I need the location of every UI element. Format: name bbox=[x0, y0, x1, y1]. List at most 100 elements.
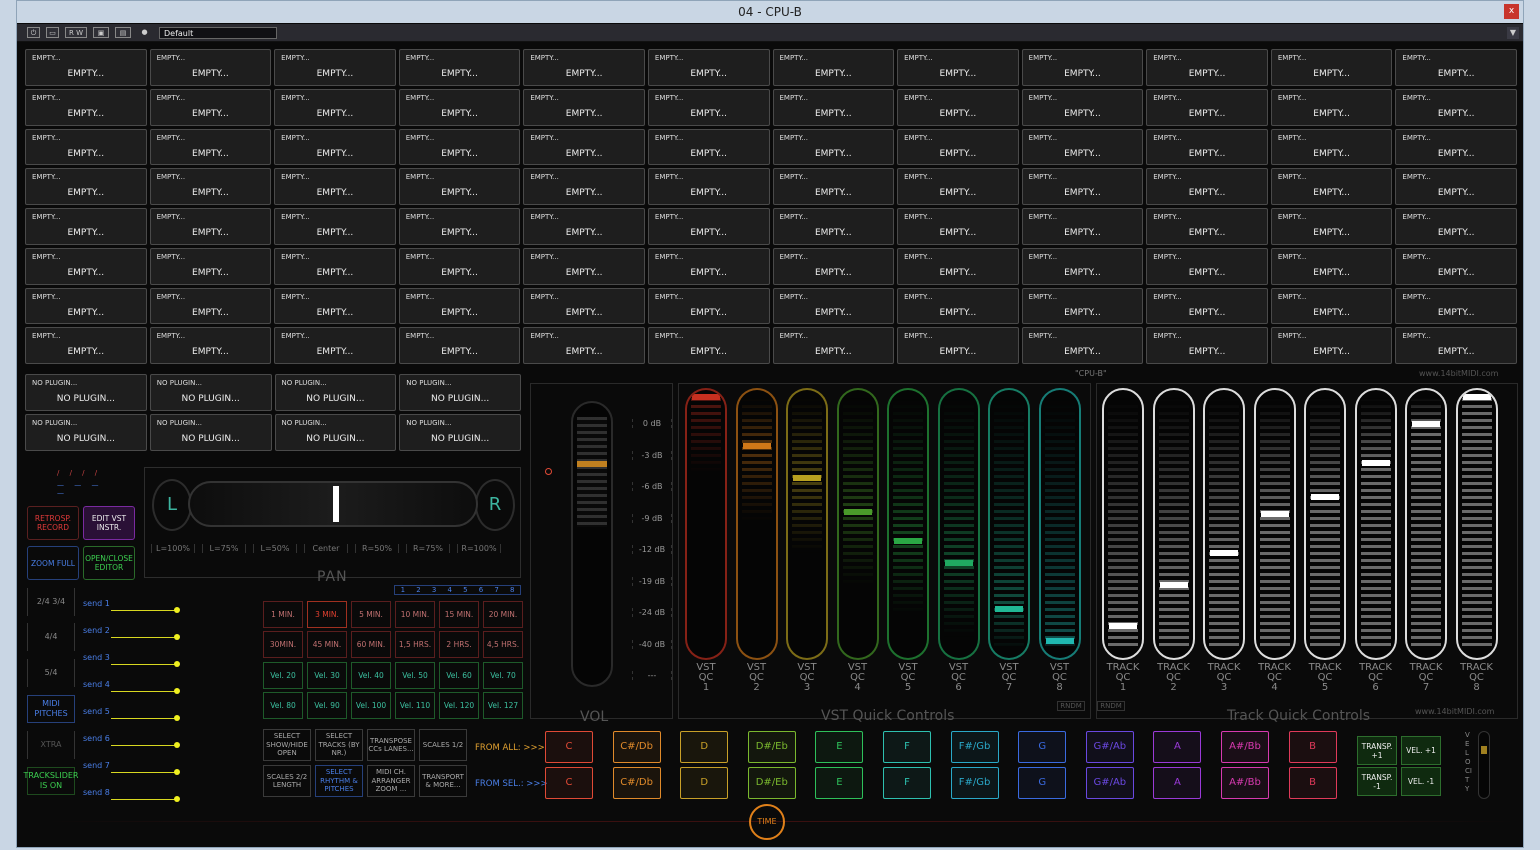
note-C-all[interactable]: C bbox=[545, 731, 593, 763]
note-Dsharp--Eb-sel[interactable]: D#/Eb bbox=[747, 767, 796, 799]
velocity-meter[interactable] bbox=[1478, 731, 1490, 799]
menu-chevron-icon[interactable]: ▼ bbox=[1507, 27, 1519, 39]
empty-slot[interactable]: EMPTY... EMPTY... bbox=[398, 128, 521, 166]
vst-fader-3[interactable] bbox=[786, 388, 828, 660]
empty-slot[interactable]: EMPTY... EMPTY... bbox=[1270, 88, 1393, 126]
zoom-full-button[interactable]: ZOOM FULL bbox=[27, 546, 79, 580]
page-number[interactable]: 4 bbox=[447, 586, 451, 594]
empty-slot[interactable]: EMPTY... EMPTY... bbox=[523, 88, 645, 126]
vst-rndm-button[interactable]: RNDM bbox=[1057, 701, 1085, 711]
send-row-3[interactable]: send 3 bbox=[83, 653, 183, 673]
empty-slot[interactable]: EMPTY... EMPTY... bbox=[274, 128, 396, 166]
velocity-button-0[interactable]: Vel. 20 bbox=[263, 662, 303, 689]
empty-slot[interactable]: EMPTY... EMPTY... bbox=[398, 208, 521, 245]
plugin-slot[interactable]: NO PLUGIN... NO PLUGIN... bbox=[25, 374, 147, 411]
note-B-all[interactable]: B bbox=[1288, 731, 1337, 763]
empty-slot[interactable]: EMPTY... EMPTY... bbox=[772, 208, 895, 245]
track-cap[interactable] bbox=[1412, 420, 1440, 427]
empty-slot[interactable]: EMPTY... EMPTY... bbox=[25, 168, 147, 205]
empty-slot[interactable]: EMPTY... EMPTY... bbox=[523, 128, 645, 166]
track-fader-7[interactable] bbox=[1405, 388, 1447, 660]
empty-slot[interactable]: EMPTY... EMPTY... bbox=[772, 88, 895, 126]
velocity-down-button[interactable]: VEL. -1 bbox=[1401, 767, 1441, 796]
note-B-sel[interactable]: B bbox=[1288, 767, 1337, 799]
empty-slot[interactable]: EMPTY... EMPTY... bbox=[897, 247, 1019, 285]
empty-slot[interactable]: EMPTY... EMPTY... bbox=[1270, 168, 1393, 205]
note-Csharp--Db-all[interactable]: C#/Db bbox=[612, 731, 661, 763]
function-button-1[interactable]: SELECT TRACKS (BY NR.) bbox=[315, 729, 363, 761]
empty-slot[interactable]: EMPTY... EMPTY... bbox=[647, 88, 770, 126]
empty-slot[interactable]: EMPTY... EMPTY... bbox=[1270, 208, 1393, 245]
send-row-5[interactable]: send 5 bbox=[83, 707, 183, 727]
empty-slot[interactable]: EMPTY... EMPTY... bbox=[897, 287, 1019, 325]
note-Fsharp--Gb-all[interactable]: F#/Gb bbox=[950, 731, 999, 763]
pan-knob[interactable] bbox=[333, 486, 339, 522]
time-button-0[interactable]: 1 MIN. bbox=[263, 601, 303, 628]
empty-slot[interactable]: EMPTY... EMPTY... bbox=[772, 168, 895, 205]
power-icon[interactable]: ⏻ bbox=[27, 27, 40, 38]
velocity-button-1[interactable]: Vel. 30 bbox=[307, 662, 347, 689]
empty-slot[interactable]: EMPTY... EMPTY... bbox=[647, 327, 770, 364]
vst-cap[interactable] bbox=[944, 559, 973, 566]
volume-fader[interactable] bbox=[571, 401, 613, 687]
xtra-button[interactable]: XTRA bbox=[27, 731, 75, 759]
time-button-7[interactable]: 45 MIN. bbox=[307, 631, 347, 658]
velocity-button-10[interactable]: Vel. 120 bbox=[439, 692, 479, 719]
vst-cap[interactable] bbox=[793, 474, 821, 481]
plugin-slot[interactable]: NO PLUGIN... NO PLUGIN... bbox=[25, 414, 147, 451]
velocity-button-8[interactable]: Vel. 100 bbox=[351, 692, 391, 719]
vst-fader-2[interactable] bbox=[735, 388, 778, 660]
vst-cap[interactable] bbox=[742, 442, 771, 449]
empty-slot[interactable]: EMPTY... EMPTY... bbox=[398, 287, 521, 325]
pan-preset-3[interactable]: Center bbox=[304, 544, 348, 553]
transpose-up-button[interactable]: TRANSP. +1 bbox=[1357, 736, 1397, 765]
empty-slot[interactable]: EMPTY... EMPTY... bbox=[647, 168, 770, 205]
vst-cap[interactable] bbox=[692, 394, 720, 400]
function-button-3[interactable]: SCALES 1/2 bbox=[419, 729, 467, 761]
function-button-0[interactable]: SELECT SHOW/HIDE OPEN bbox=[263, 729, 311, 761]
time-button-6[interactable]: 30MIN. bbox=[263, 631, 303, 658]
pan-preset-2[interactable]: L=50% bbox=[253, 544, 297, 553]
time-button-11[interactable]: 4,5 HRS. bbox=[483, 631, 523, 658]
vst-fader-7[interactable] bbox=[988, 388, 1030, 660]
send-row-7[interactable]: send 7 bbox=[83, 761, 183, 781]
empty-slot[interactable]: EMPTY... EMPTY... bbox=[772, 327, 895, 364]
empty-slot[interactable]: EMPTY... EMPTY... bbox=[1146, 49, 1268, 86]
vst-cap[interactable] bbox=[843, 508, 872, 515]
empty-slot[interactable]: EMPTY... EMPTY... bbox=[523, 208, 645, 245]
empty-slot[interactable]: EMPTY... EMPTY... bbox=[1395, 49, 1517, 86]
empty-slot[interactable]: EMPTY... EMPTY... bbox=[1146, 208, 1268, 245]
note-Dsharp--Eb-all[interactable]: D#/Eb bbox=[747, 731, 796, 763]
function-button-4[interactable]: SCALES 2/2 LENGTH bbox=[263, 765, 311, 797]
vst-fader-4[interactable] bbox=[836, 388, 879, 660]
note-Gsharp--Ab-sel[interactable]: G#/Ab bbox=[1085, 767, 1134, 799]
note-C-sel[interactable]: C bbox=[545, 767, 593, 799]
empty-slot[interactable]: EMPTY... EMPTY... bbox=[149, 128, 272, 166]
send-handle[interactable] bbox=[174, 742, 180, 748]
read-write-button[interactable]: R W bbox=[65, 27, 87, 38]
track-fader-1[interactable] bbox=[1102, 388, 1144, 660]
pan-slider[interactable] bbox=[188, 481, 478, 527]
plugin-slot[interactable]: NO PLUGIN... NO PLUGIN... bbox=[274, 374, 397, 411]
track-fader-5[interactable] bbox=[1304, 388, 1346, 660]
vst-fader-8[interactable] bbox=[1038, 388, 1081, 660]
empty-slot[interactable]: EMPTY... EMPTY... bbox=[1021, 88, 1144, 126]
empty-slot[interactable]: EMPTY... EMPTY... bbox=[897, 88, 1019, 126]
empty-slot[interactable]: EMPTY... EMPTY... bbox=[398, 49, 521, 86]
close-button[interactable]: x bbox=[1504, 4, 1519, 19]
plugin-slot[interactable]: NO PLUGIN... NO PLUGIN... bbox=[399, 414, 521, 451]
vst-cap[interactable] bbox=[1045, 638, 1074, 644]
track-cap[interactable] bbox=[1462, 394, 1491, 400]
function-button-2[interactable]: TRANSPOSE CCs LANES... bbox=[367, 729, 415, 761]
page-number[interactable]: 5 bbox=[463, 586, 467, 594]
note-A-sel[interactable]: A bbox=[1153, 767, 1202, 799]
function-button-5[interactable]: SELECT RHYTHM & PITCHES bbox=[315, 765, 363, 797]
note-A-all[interactable]: A bbox=[1153, 731, 1202, 763]
empty-slot[interactable]: EMPTY... EMPTY... bbox=[523, 247, 645, 285]
empty-slot[interactable]: EMPTY... EMPTY... bbox=[647, 49, 770, 86]
empty-slot[interactable]: EMPTY... EMPTY... bbox=[1146, 287, 1268, 325]
page-number[interactable]: 6 bbox=[479, 586, 483, 594]
empty-slot[interactable]: EMPTY... EMPTY... bbox=[1270, 247, 1393, 285]
empty-slot[interactable]: EMPTY... EMPTY... bbox=[647, 247, 770, 285]
empty-slot[interactable]: EMPTY... EMPTY... bbox=[398, 327, 521, 364]
